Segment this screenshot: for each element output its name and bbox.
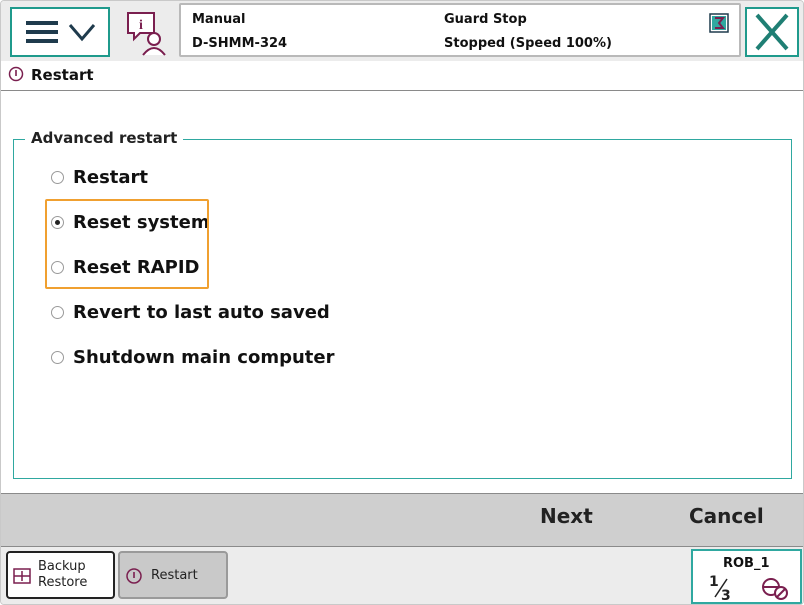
- state-label: Guard Stop: [444, 12, 527, 27]
- option-reset-system[interactable]: Reset system: [51, 209, 210, 235]
- taskbar: Backup Restore Restart ROB_1 1 3: [1, 547, 803, 604]
- option-revert-auto-saved[interactable]: Revert to last auto saved: [51, 299, 330, 325]
- option-label: Restart: [73, 166, 149, 188]
- mechanical-unit-label: ROB_1: [723, 556, 770, 571]
- radio-restart[interactable]: [51, 170, 64, 184]
- option-shutdown-main-computer[interactable]: Shutdown main computer: [51, 344, 335, 370]
- radio-reset-system[interactable]: [51, 215, 64, 229]
- event-flag-icon: [709, 13, 729, 33]
- svg-text:i: i: [139, 18, 143, 33]
- hamburger-chevron-icon: [26, 21, 96, 43]
- option-label: Reset RAPID: [73, 256, 200, 278]
- mode-label: Manual: [192, 12, 246, 27]
- option-restart[interactable]: Restart: [51, 164, 148, 190]
- option-label: Shutdown main computer: [73, 346, 335, 368]
- command-bar: Next Cancel: [1, 493, 803, 547]
- close-button[interactable]: [745, 7, 799, 57]
- option-reset-rapid[interactable]: Reset RAPID: [51, 254, 199, 280]
- close-icon: [755, 13, 789, 51]
- task-label-line2: Restore: [38, 575, 88, 590]
- radio-revert-auto-saved[interactable]: [51, 305, 64, 319]
- page-title-bar: Restart: [1, 61, 803, 91]
- radio-shutdown-main-computer[interactable]: [51, 350, 64, 364]
- option-label: Revert to last auto saved: [73, 301, 330, 323]
- one-third-icon: 1 3: [709, 574, 731, 601]
- task-restart[interactable]: Restart: [118, 551, 228, 599]
- next-button[interactable]: Next: [540, 504, 593, 528]
- advanced-restart-legend: Advanced restart: [25, 129, 184, 147]
- task-backup-restore[interactable]: Backup Restore: [6, 551, 115, 599]
- flexpendant-window: i Manual D-SHMM-324 Guard Stop Stopped (…: [0, 0, 804, 605]
- speed-status-label: Stopped (Speed 100%): [444, 36, 612, 51]
- top-bar: i Manual D-SHMM-324 Guard Stop Stopped (…: [1, 1, 803, 61]
- restart-icon: [8, 66, 24, 82]
- radio-reset-rapid[interactable]: [51, 260, 64, 274]
- task-label-line1: Backup: [38, 559, 86, 574]
- cancel-button[interactable]: Cancel: [689, 504, 764, 528]
- task-label: Restart: [151, 568, 198, 583]
- system-name-label: D-SHMM-324: [192, 36, 288, 51]
- info-user-icon[interactable]: i: [124, 9, 172, 57]
- svg-text:3: 3: [721, 588, 731, 601]
- status-panel[interactable]: Manual D-SHMM-324 Guard Stop Stopped (Sp…: [179, 3, 741, 57]
- main-menu-button[interactable]: [10, 7, 110, 57]
- page-title: Restart: [31, 66, 94, 84]
- backup-restore-icon: [13, 568, 31, 584]
- option-label: Reset system: [73, 211, 210, 233]
- quickset-panel[interactable]: ROB_1 1 3: [691, 549, 802, 604]
- svg-text:1: 1: [709, 574, 719, 590]
- jogging-icon: [762, 578, 788, 600]
- restart-icon: [126, 568, 142, 584]
